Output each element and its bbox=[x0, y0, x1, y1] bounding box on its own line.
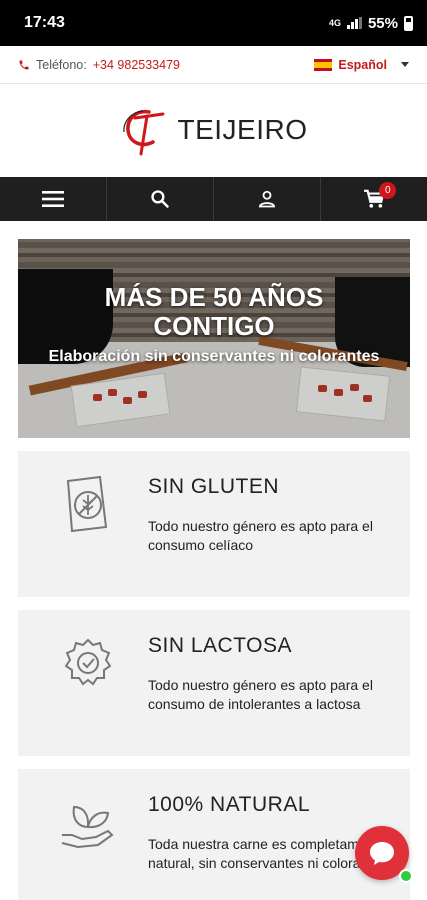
hero-headline-text: MÁS DE 50 AÑOS CONTIGO bbox=[104, 282, 324, 341]
hero-headline: MÁS DE 50 AÑOS CONTIGO bbox=[18, 283, 410, 341]
spain-flag-icon bbox=[314, 58, 333, 71]
online-status-dot bbox=[399, 869, 413, 883]
phone-label: Teléfono: bbox=[36, 57, 87, 72]
contact-bar: Teléfono: +34 982533479 Español bbox=[0, 46, 427, 84]
status-bar: 17:43 4G 55% bbox=[0, 0, 427, 46]
status-time: 17:43 bbox=[24, 14, 65, 31]
feature-title: SIN LACTOSA bbox=[148, 634, 292, 657]
menu-button[interactable] bbox=[0, 177, 107, 221]
status-icons: 4G 55% bbox=[329, 15, 413, 32]
phone-icon bbox=[19, 60, 29, 69]
search-icon bbox=[151, 190, 169, 208]
hamburger-icon bbox=[42, 191, 64, 207]
feature-description: Todo nuestro género es apto para el cons… bbox=[148, 677, 373, 712]
phone-number[interactable]: +34 982533479 bbox=[93, 58, 180, 72]
feature-card-natural: 100% NATURAL Toda nuestra carne es compl… bbox=[18, 769, 410, 900]
account-button[interactable] bbox=[214, 177, 321, 221]
leaf-hand-icon bbox=[61, 805, 114, 849]
chevron-down-icon bbox=[401, 62, 409, 67]
hero-subheadline: Elaboración sin conservantes ni colorant… bbox=[48, 348, 380, 365]
user-icon bbox=[258, 190, 276, 208]
language-label: Español bbox=[338, 57, 387, 72]
main-navbar: 0 bbox=[0, 177, 427, 221]
signal-icon bbox=[346, 17, 362, 29]
search-button[interactable] bbox=[107, 177, 214, 221]
gluten-free-icon bbox=[66, 475, 108, 533]
cart-button[interactable]: 0 bbox=[321, 177, 427, 221]
feature-title: SIN GLUTEN bbox=[148, 475, 280, 498]
teijeiro-logo-icon bbox=[123, 109, 165, 156]
battery-icon bbox=[404, 15, 413, 31]
feature-title: 100% NATURAL bbox=[148, 793, 311, 816]
phone-contact[interactable]: Teléfono: +34 982533479 bbox=[18, 58, 180, 72]
chat-bubble-icon bbox=[370, 842, 394, 865]
cart-count-badge: 0 bbox=[379, 182, 397, 199]
brand-logo[interactable]: TEIJEIRO bbox=[0, 84, 427, 176]
feature-description: Todo nuestro género es apto para el cons… bbox=[148, 518, 373, 553]
network-label: 4G bbox=[328, 17, 341, 28]
feature-card-gluten: SIN GLUTEN Todo nuestro género es apto p… bbox=[18, 451, 410, 597]
hero-banner[interactable]: MÁS DE 50 AÑOS CONTIGO Elaboración sin c… bbox=[18, 239, 410, 438]
badge-check-icon bbox=[64, 638, 112, 686]
language-selector[interactable]: Español bbox=[314, 58, 409, 72]
brand-name: TEIJEIRO bbox=[177, 114, 308, 145]
feature-card-lactose: SIN LACTOSA Todo nuestro género es apto … bbox=[18, 610, 410, 756]
feature-description: Toda nuestra carne es completamente natu… bbox=[148, 836, 387, 871]
battery-percent: 55% bbox=[367, 14, 398, 32]
